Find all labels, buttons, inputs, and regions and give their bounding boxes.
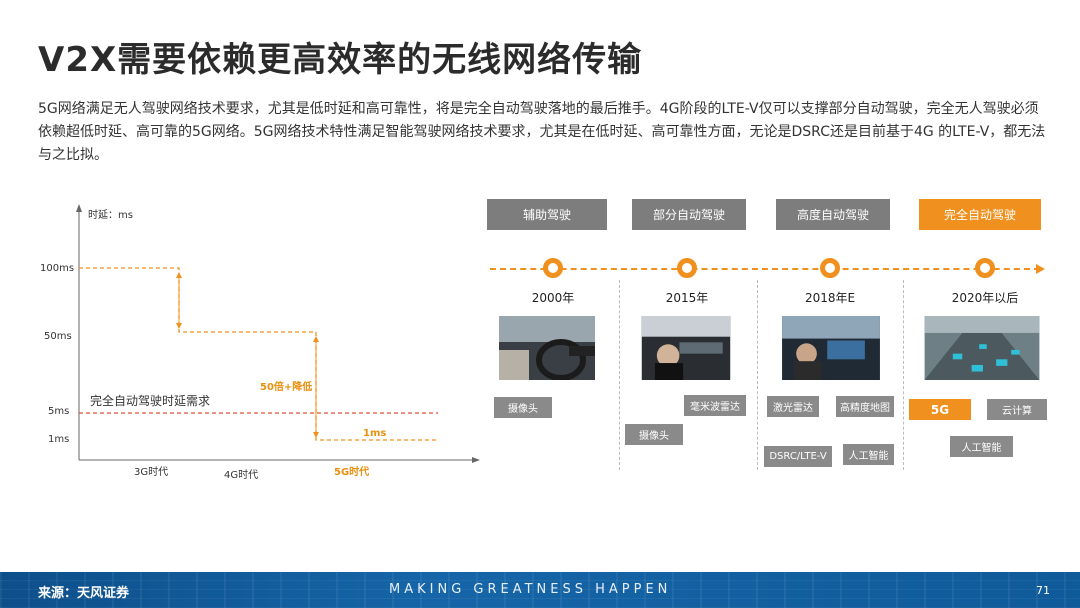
year-2015: 2015年	[665, 291, 709, 305]
year-2000: 2000年	[531, 291, 575, 305]
photo-full-autonomy	[924, 316, 1040, 380]
latency-chart: 时延：ms 100ms 50ms 5ms 1ms 完全自动驾驶时延需求 50倍+…	[38, 200, 488, 490]
timeline-node-2015	[677, 258, 697, 278]
timeline-divider-2	[757, 280, 758, 470]
year-2018: 2018年E	[804, 291, 856, 305]
requirement-label: 完全自动驾驶时延需求	[90, 393, 210, 408]
drop-arrow-2-head-up	[313, 336, 319, 342]
latency-step-line	[79, 267, 438, 441]
footer-slogan: MAKING GREATNESS HAPPEN	[389, 582, 672, 597]
timeline-divider-1	[619, 280, 620, 470]
tag-ai-2018: 人工智能	[843, 444, 894, 465]
tag-cloud-computing: 云计算	[987, 399, 1047, 420]
annotation-50x-drop: 50倍+降低	[260, 380, 312, 393]
y-tick-50ms: 50ms	[44, 331, 72, 342]
year-2020: 2020年以后	[951, 291, 1019, 305]
drop-arrow-1-head-up	[176, 272, 182, 278]
photo-assisted-driving	[499, 316, 595, 380]
x-label-3g: 3G时代	[134, 466, 168, 478]
y-tick-5ms: 5ms	[48, 406, 69, 417]
annotation-1ms: 1ms	[363, 428, 386, 439]
tag-ai-2020: 人工智能	[950, 436, 1013, 457]
footer-source: 来源：天风证券	[38, 586, 130, 601]
y-tick-1ms: 1ms	[48, 434, 69, 445]
x-axis-arrow	[472, 457, 480, 463]
y-tick-100ms: 100ms	[40, 263, 74, 274]
timeline-node-2020	[975, 258, 995, 278]
slide-title: V2X需要依赖更高效率的无线网络传输	[38, 40, 643, 80]
drop-arrow-1-head-down	[176, 323, 182, 329]
timeline-line	[490, 268, 1040, 270]
tag-5g: 5G	[909, 399, 971, 420]
stage-full-autonomy: 完全自动驾驶	[919, 199, 1041, 230]
photo-high-autonomy	[782, 316, 880, 380]
tag-camera-2000: 摄像头	[494, 397, 552, 418]
latency-chart-svg: 时延：ms 100ms 50ms 5ms 1ms 完全自动驾驶时延需求 50倍+…	[40, 204, 480, 481]
stage-assisted-driving: 辅助驾驶	[487, 199, 607, 230]
stage-partial-autonomy: 部分自动驾驶	[632, 199, 746, 230]
tag-camera-2015: 摄像头	[625, 424, 683, 445]
tag-lidar: 激光雷达	[767, 396, 819, 417]
timeline-node-2000	[543, 258, 563, 278]
tag-dsrc-ltev: DSRC/LTE-V	[764, 446, 832, 467]
x-label-5g: 5G时代	[334, 465, 369, 478]
timeline-node-2018	[820, 258, 840, 278]
timeline-arrow	[1036, 264, 1045, 274]
x-label-4g: 4G时代	[224, 469, 258, 481]
page-number: 71	[1036, 584, 1050, 597]
y-axis-arrow	[76, 204, 82, 212]
tag-hd-map: 高精度地图	[836, 396, 894, 417]
drop-arrow-2-head-down	[313, 432, 319, 438]
y-axis-label: 时延：ms	[88, 209, 133, 221]
stage-high-autonomy: 高度自动驾驶	[776, 199, 890, 230]
tag-mmwave-radar: 毫米波雷达	[684, 395, 746, 416]
footer-bar: 来源：天风证券 MAKING GREATNESS HAPPEN 71	[0, 572, 1080, 608]
photo-partial-autonomy	[641, 316, 731, 380]
timeline-divider-3	[903, 280, 904, 470]
slide-description: 5G网络满足无人驾驶网络技术要求，尤其是低时延和高可靠性，将是完全自动驾驶落地的…	[38, 101, 1046, 163]
